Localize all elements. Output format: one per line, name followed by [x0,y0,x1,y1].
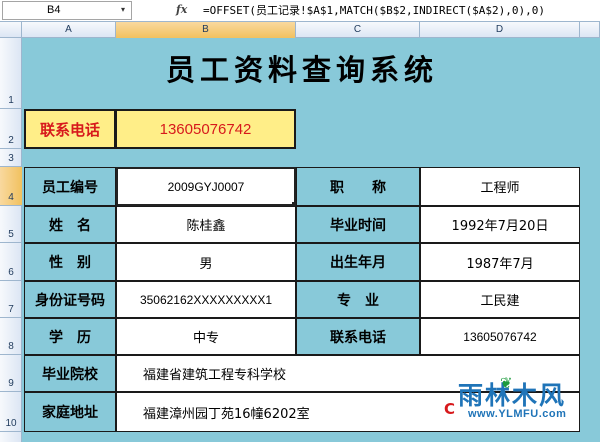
value-education[interactable]: 中专 [116,318,296,355]
row-header-10[interactable]: 10 [0,392,22,432]
row-header-4[interactable]: 4 [0,167,22,206]
value-employee-id[interactable]: 2009GYJ0007 [116,167,296,206]
label-education: 学 历 [24,318,116,355]
column-header-c[interactable]: C [296,22,420,38]
name-box[interactable]: B4 [2,1,132,20]
search-label: 联系电话 [24,109,116,149]
label-job-title: 职 称 [296,167,420,206]
search-input[interactable]: 13605076742 [116,109,296,149]
value-job-title[interactable]: 工程师 [420,167,580,206]
value-gender[interactable]: 男 [116,243,296,281]
watermark-logo: C 雨林木风 ❦ www.YLMFU.com [444,374,592,434]
value-contact-phone[interactable]: 13605076742 [420,318,580,355]
column-header-b[interactable]: B [116,22,296,38]
column-header-d[interactable]: D [420,22,580,38]
row-header-7[interactable]: 7 [0,281,22,318]
formula-input[interactable]: =OFFSET(员工记录!$A$1,MATCH($B$2,INDIRECT($A… [203,1,598,20]
label-name: 姓 名 [24,206,116,243]
column-header-bar: A B C D [0,22,600,38]
label-gender: 性 别 [24,243,116,281]
label-graduation-date: 毕业时间 [296,206,420,243]
function-icon[interactable]: fx [176,2,192,18]
row-header-3[interactable]: 3 [0,149,22,167]
label-employee-id: 员工编号 [24,167,116,206]
watermark-url: www.YLMFU.com [468,408,567,420]
value-birth-date[interactable]: 1987年7月 [420,243,580,281]
label-school: 毕业院校 [24,355,116,392]
row-header-9[interactable]: 9 [0,355,22,392]
select-all-corner[interactable] [0,22,22,38]
column-header-a[interactable]: A [22,22,116,38]
label-id-number: 身份证号码 [24,281,116,318]
column-header-empty [580,22,600,38]
row-header-bar: 1 2 3 4 5 6 7 8 9 10 [0,38,22,442]
watermark-red-mark: C [444,400,456,418]
label-contact-phone: 联系电话 [296,318,420,355]
value-name[interactable]: 陈桂鑫 [116,206,296,243]
row-header-6[interactable]: 6 [0,243,22,281]
row-header-2[interactable]: 2 [0,109,22,149]
leaf-icon: ❦ [500,374,513,392]
value-id-number[interactable]: 35062162XXXXXXXXX1 [116,281,296,318]
label-major: 专 业 [296,281,420,318]
row-header-5[interactable]: 5 [0,206,22,243]
chevron-down-icon[interactable]: ▾ [118,5,128,15]
value-major[interactable]: 工民建 [420,281,580,318]
row-header-8[interactable]: 8 [0,318,22,355]
page-title: 员工资料查询系统 [165,53,438,87]
value-graduation-date[interactable]: 1992年7月20日 [420,206,580,243]
label-birth-date: 出生年月 [296,243,420,281]
formula-bar: B4 ▾ fx =OFFSET(员工记录!$A$1,MATCH($B$2,IND… [0,0,600,22]
row-header-1[interactable]: 1 [0,38,22,109]
label-address: 家庭地址 [24,392,116,432]
